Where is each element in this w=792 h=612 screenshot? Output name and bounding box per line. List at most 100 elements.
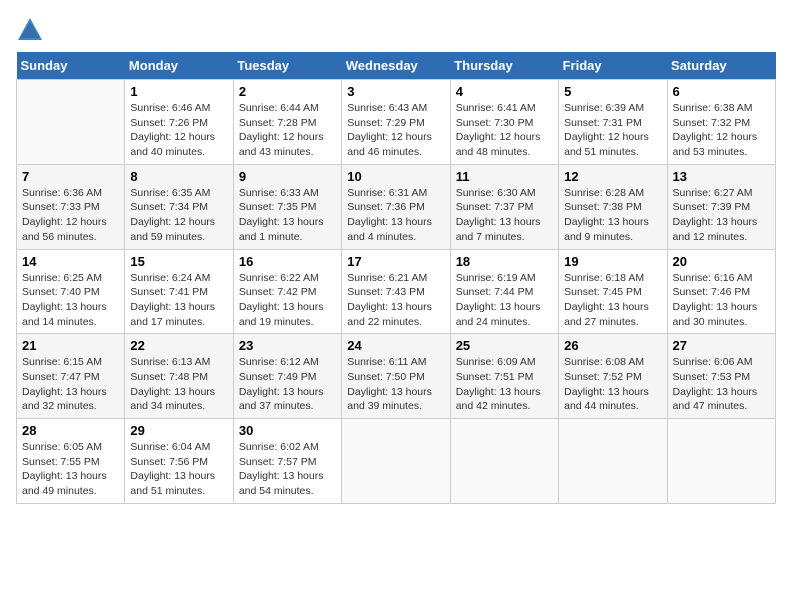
calendar-cell: 13 Sunrise: 6:27 AMSunset: 7:39 PMDayligh… [667, 164, 775, 249]
calendar-cell: 25Sunrise: 6:09 AMSunset: 7:51 PMDayligh… [450, 334, 558, 419]
day-number: 12 [564, 169, 661, 184]
day-number: 3 [347, 84, 444, 99]
day-number: 21 [22, 338, 119, 353]
day-number: 13 [673, 169, 770, 184]
calendar-cell: 9 Sunrise: 6:33 AMSunset: 7:35 PMDaylight… [233, 164, 341, 249]
day-info: Sunrise: 6:43 AMSunset: 7:29 PMDaylight:… [347, 101, 444, 160]
day-info: Sunrise: 6:44 AMSunset: 7:28 PMDaylight:… [239, 101, 336, 160]
header-day-tuesday: Tuesday [233, 52, 341, 80]
calendar-cell: 3 Sunrise: 6:43 AMSunset: 7:29 PMDaylight… [342, 80, 450, 165]
calendar-cell [667, 419, 775, 504]
calendar-cell: 27 Sunrise: 6:06 AMSunset: 7:53 PMDayligh… [667, 334, 775, 419]
day-number: 8 [130, 169, 227, 184]
day-info: Sunrise: 6:41 AMSunset: 7:30 PMDaylight:… [456, 101, 553, 160]
day-info: Sunrise: 6:30 AMSunset: 7:37 PMDaylight:… [456, 186, 553, 245]
calendar-cell: 26Sunrise: 6:08 AMSunset: 7:52 PMDayligh… [559, 334, 667, 419]
day-info: Sunrise: 6:24 AMSunset: 7:41 PMDaylight:… [130, 271, 227, 330]
day-number: 28 [22, 423, 119, 438]
day-number: 25 [456, 338, 553, 353]
day-number: 24 [347, 338, 444, 353]
calendar-cell: 16 Sunrise: 6:22 AMSunset: 7:42 PMDayligh… [233, 249, 341, 334]
day-info: Sunrise: 6:18 AMSunset: 7:45 PMDaylight:… [564, 271, 661, 330]
day-number: 6 [673, 84, 770, 99]
calendar-cell: 8 Sunrise: 6:35 AMSunset: 7:34 PMDaylight… [125, 164, 233, 249]
day-info: Sunrise: 6:27 AMSunset: 7:39 PMDaylight:… [673, 186, 770, 245]
calendar-cell: 29 Sunrise: 6:04 AMSunset: 7:56 PMDayligh… [125, 419, 233, 504]
header-day-sunday: Sunday [17, 52, 125, 80]
calendar-cell: 30 Sunrise: 6:02 AMSunset: 7:57 PMDayligh… [233, 419, 341, 504]
day-info: Sunrise: 6:31 AMSunset: 7:36 PMDaylight:… [347, 186, 444, 245]
day-info: Sunrise: 6:46 AMSunset: 7:26 PMDaylight:… [130, 101, 227, 160]
calendar-cell: 18 Sunrise: 6:19 AMSunset: 7:44 PMDayligh… [450, 249, 558, 334]
calendar-week-1: 1 Sunrise: 6:46 AMSunset: 7:26 PMDaylight… [17, 80, 776, 165]
calendar-cell: 28Sunrise: 6:05 AMSunset: 7:55 PMDayligh… [17, 419, 125, 504]
logo [16, 16, 48, 44]
day-info: Sunrise: 6:13 AMSunset: 7:48 PMDaylight:… [130, 355, 227, 414]
day-number: 30 [239, 423, 336, 438]
calendar-table: SundayMondayTuesdayWednesdayThursdayFrid… [16, 52, 776, 504]
day-info: Sunrise: 6:36 AMSunset: 7:33 PMDaylight:… [22, 186, 119, 245]
day-number: 18 [456, 254, 553, 269]
day-number: 4 [456, 84, 553, 99]
calendar-cell: 7 Sunrise: 6:36 AMSunset: 7:33 PMDaylight… [17, 164, 125, 249]
day-info: Sunrise: 6:39 AMSunset: 7:31 PMDaylight:… [564, 101, 661, 160]
day-info: Sunrise: 6:06 AMSunset: 7:53 PMDaylight:… [673, 355, 770, 414]
logo-icon [16, 16, 44, 44]
calendar-cell: 24 Sunrise: 6:11 AMSunset: 7:50 PMDayligh… [342, 334, 450, 419]
header-day-saturday: Saturday [667, 52, 775, 80]
calendar-cell: 15 Sunrise: 6:24 AMSunset: 7:41 PMDayligh… [125, 249, 233, 334]
day-number: 11 [456, 169, 553, 184]
header-day-thursday: Thursday [450, 52, 558, 80]
calendar-cell [17, 80, 125, 165]
calendar-week-3: 14Sunrise: 6:25 AMSunset: 7:40 PMDayligh… [17, 249, 776, 334]
day-number: 7 [22, 169, 119, 184]
day-number: 15 [130, 254, 227, 269]
header-day-wednesday: Wednesday [342, 52, 450, 80]
day-info: Sunrise: 6:02 AMSunset: 7:57 PMDaylight:… [239, 440, 336, 499]
header-day-monday: Monday [125, 52, 233, 80]
day-number: 5 [564, 84, 661, 99]
day-number: 17 [347, 254, 444, 269]
day-info: Sunrise: 6:11 AMSunset: 7:50 PMDaylight:… [347, 355, 444, 414]
calendar-cell: 11 Sunrise: 6:30 AMSunset: 7:37 PMDayligh… [450, 164, 558, 249]
day-info: Sunrise: 6:38 AMSunset: 7:32 PMDaylight:… [673, 101, 770, 160]
calendar-cell: 21 Sunrise: 6:15 AMSunset: 7:47 PMDayligh… [17, 334, 125, 419]
day-number: 20 [673, 254, 770, 269]
day-info: Sunrise: 6:15 AMSunset: 7:47 PMDaylight:… [22, 355, 119, 414]
calendar-cell: 2 Sunrise: 6:44 AMSunset: 7:28 PMDaylight… [233, 80, 341, 165]
day-number: 23 [239, 338, 336, 353]
day-number: 2 [239, 84, 336, 99]
day-number: 19 [564, 254, 661, 269]
calendar-week-5: 28Sunrise: 6:05 AMSunset: 7:55 PMDayligh… [17, 419, 776, 504]
header-day-friday: Friday [559, 52, 667, 80]
calendar-week-2: 7 Sunrise: 6:36 AMSunset: 7:33 PMDaylight… [17, 164, 776, 249]
calendar-cell: 17Sunrise: 6:21 AMSunset: 7:43 PMDayligh… [342, 249, 450, 334]
header [16, 16, 776, 44]
calendar-cell [559, 419, 667, 504]
day-info: Sunrise: 6:33 AMSunset: 7:35 PMDaylight:… [239, 186, 336, 245]
day-info: Sunrise: 6:35 AMSunset: 7:34 PMDaylight:… [130, 186, 227, 245]
day-info: Sunrise: 6:04 AMSunset: 7:56 PMDaylight:… [130, 440, 227, 499]
calendar-cell [450, 419, 558, 504]
day-info: Sunrise: 6:19 AMSunset: 7:44 PMDaylight:… [456, 271, 553, 330]
day-number: 10 [347, 169, 444, 184]
day-number: 27 [673, 338, 770, 353]
calendar-cell: 1 Sunrise: 6:46 AMSunset: 7:26 PMDaylight… [125, 80, 233, 165]
calendar-week-4: 21 Sunrise: 6:15 AMSunset: 7:47 PMDayligh… [17, 334, 776, 419]
day-number: 14 [22, 254, 119, 269]
day-number: 16 [239, 254, 336, 269]
day-number: 26 [564, 338, 661, 353]
day-number: 9 [239, 169, 336, 184]
calendar-cell: 23Sunrise: 6:12 AMSunset: 7:49 PMDayligh… [233, 334, 341, 419]
day-number: 29 [130, 423, 227, 438]
calendar-body: 1 Sunrise: 6:46 AMSunset: 7:26 PMDaylight… [17, 80, 776, 504]
calendar-cell: 5 Sunrise: 6:39 AMSunset: 7:31 PMDaylight… [559, 80, 667, 165]
calendar-cell: 4 Sunrise: 6:41 AMSunset: 7:30 PMDaylight… [450, 80, 558, 165]
calendar-header-row: SundayMondayTuesdayWednesdayThursdayFrid… [17, 52, 776, 80]
day-info: Sunrise: 6:22 AMSunset: 7:42 PMDaylight:… [239, 271, 336, 330]
day-info: Sunrise: 6:16 AMSunset: 7:46 PMDaylight:… [673, 271, 770, 330]
day-number: 1 [130, 84, 227, 99]
calendar-cell: 6 Sunrise: 6:38 AMSunset: 7:32 PMDaylight… [667, 80, 775, 165]
calendar-cell: 19 Sunrise: 6:18 AMSunset: 7:45 PMDayligh… [559, 249, 667, 334]
calendar-cell: 22Sunrise: 6:13 AMSunset: 7:48 PMDayligh… [125, 334, 233, 419]
